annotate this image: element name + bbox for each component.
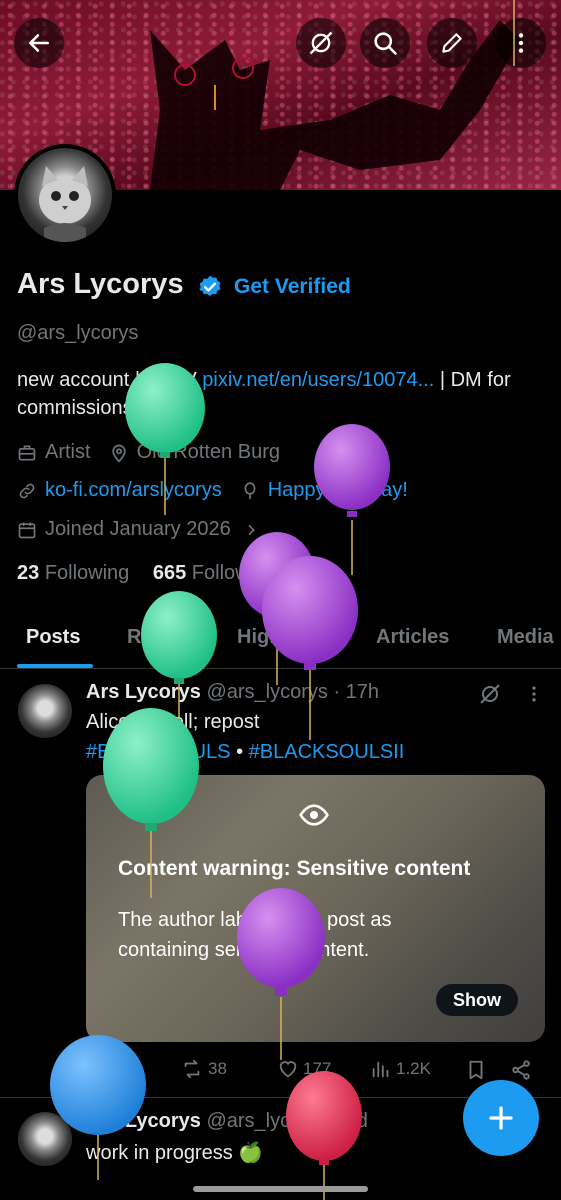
balloon-green-3 — [103, 708, 199, 898]
compose-post-button[interactable] — [463, 1080, 539, 1156]
birthday-balloons-overlay — [50, 0, 515, 1200]
plus-icon — [489, 1106, 513, 1130]
balloon-red-1 — [286, 1071, 362, 1200]
system-home-indicator[interactable] — [193, 1186, 368, 1192]
balloon-blue-1 — [50, 1035, 146, 1180]
balloon-purple-1 — [314, 424, 390, 575]
balloon-green-1 — [125, 363, 205, 515]
balloon-purple-3 — [262, 556, 358, 740]
balloon-purple-4 — [237, 888, 325, 1060]
